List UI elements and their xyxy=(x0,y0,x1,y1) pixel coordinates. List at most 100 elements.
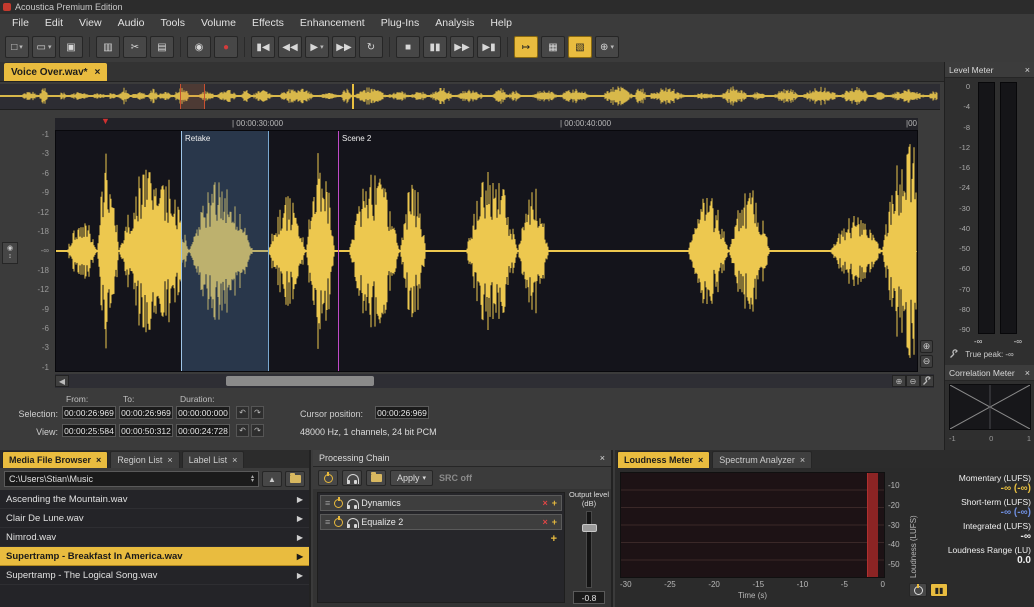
chain-power-button[interactable] xyxy=(318,470,338,486)
loop-button[interactable]: ↻ xyxy=(359,36,383,58)
headphones-icon[interactable] xyxy=(347,518,357,527)
zoom-settings-button[interactable] xyxy=(920,375,934,387)
loudness-reset-button[interactable] xyxy=(909,583,927,597)
meter-settings-button[interactable] xyxy=(949,349,959,362)
close-icon[interactable]: × xyxy=(698,455,703,465)
chain-item[interactable]: ≡ Equalize 2 × + xyxy=(320,514,562,530)
zoom-button[interactable]: ⊕▾ xyxy=(595,36,619,58)
power-icon[interactable] xyxy=(334,518,343,527)
view-duration-field[interactable]: 00:00:24:728 xyxy=(176,424,230,437)
play-button[interactable]: ▶▾ xyxy=(305,36,329,58)
zoom-out-vertical-button[interactable]: ⊖ xyxy=(920,355,933,368)
rewind-button[interactable]: ◀◀ xyxy=(278,36,302,58)
close-icon[interactable]: × xyxy=(1025,65,1030,75)
pause-button[interactable]: ▮▮ xyxy=(423,36,447,58)
output-level-slider[interactable] xyxy=(586,511,592,588)
new-file-button[interactable]: □▾ xyxy=(5,36,29,58)
stop-button[interactable]: ■ xyxy=(396,36,420,58)
chain-monitor-button[interactable] xyxy=(342,470,362,486)
parent-folder-button[interactable]: ▲ xyxy=(262,471,282,487)
browser-tab[interactable]: Region List × xyxy=(110,451,179,468)
go-to-start-button[interactable]: ▮◀ xyxy=(251,36,275,58)
selection-tool-button[interactable]: ▧ xyxy=(568,36,592,58)
menu-item[interactable]: Effects xyxy=(244,15,292,31)
scrollbar-track[interactable] xyxy=(69,375,892,387)
play-file-icon[interactable]: ▶ xyxy=(297,533,303,542)
drag-handle-icon[interactable]: ≡ xyxy=(325,517,330,527)
selection-duration-field[interactable]: 00:00:00:000 xyxy=(176,406,230,419)
close-icon[interactable]: × xyxy=(232,455,237,465)
open-file-button[interactable]: ▭▾ xyxy=(32,36,56,58)
apply-button[interactable]: Apply ▾ xyxy=(390,470,433,486)
view-from-field[interactable]: 00:00:25:584 xyxy=(62,424,116,437)
view-redo-button[interactable]: ↷ xyxy=(251,424,264,437)
overview-view-region[interactable] xyxy=(180,84,205,109)
time-ruler[interactable]: | 00:00:30:000 | 00:00:40:000 |00 xyxy=(55,118,918,130)
file-row[interactable]: Ascending the Mountain.wav ▶ xyxy=(0,490,309,509)
analysis-tab[interactable]: Loudness Meter × xyxy=(617,451,710,468)
menu-item[interactable]: Volume xyxy=(193,15,244,31)
play-file-icon[interactable]: ▶ xyxy=(297,571,303,580)
file-row[interactable]: Clair De Lune.wav ▶ xyxy=(0,509,309,528)
add-effect-icon[interactable]: + xyxy=(552,498,557,508)
zoom-out-button[interactable]: ⊖ xyxy=(906,375,920,387)
channel-select-widget[interactable]: ◉ ↕ xyxy=(2,242,18,264)
output-level-value[interactable]: -0.8 xyxy=(573,591,605,604)
selection-undo-button[interactable]: ↶ xyxy=(236,406,249,419)
cut-button[interactable]: ✂ xyxy=(123,36,147,58)
remove-effect-icon[interactable]: × xyxy=(542,498,547,508)
remove-effect-icon[interactable]: × xyxy=(542,517,547,527)
play-file-icon[interactable]: ▶ xyxy=(297,552,303,561)
menu-item[interactable]: File xyxy=(4,15,37,31)
play-file-icon[interactable]: ▶ xyxy=(297,495,303,504)
add-effect-button[interactable]: + xyxy=(317,533,565,545)
menu-item[interactable]: Plug-Ins xyxy=(373,15,428,31)
record-button[interactable]: ● xyxy=(214,36,238,58)
close-icon[interactable]: × xyxy=(800,455,805,465)
file-row[interactable]: Supertramp - The Logical Song.wav ▶ xyxy=(0,566,309,585)
keyboard-button[interactable]: ▦ xyxy=(541,36,565,58)
file-row[interactable]: Nimrod.wav ▶ xyxy=(0,528,309,547)
headphones-icon[interactable] xyxy=(347,499,357,508)
browser-tab[interactable]: Label List × xyxy=(182,451,245,468)
scrollbar-thumb[interactable] xyxy=(226,376,374,386)
menu-item[interactable]: Tools xyxy=(152,15,193,31)
loudness-pause-button[interactable]: ▮▮ xyxy=(930,583,948,597)
play-file-icon[interactable]: ▶ xyxy=(297,514,303,523)
menu-item[interactable]: Help xyxy=(482,15,520,31)
close-icon[interactable]: × xyxy=(167,455,172,465)
add-effect-icon[interactable]: + xyxy=(552,517,557,527)
view-undo-button[interactable]: ↶ xyxy=(236,424,249,437)
close-icon[interactable]: × xyxy=(1025,368,1030,378)
selection-region[interactable] xyxy=(181,131,269,371)
browse-folder-button[interactable] xyxy=(285,471,305,487)
waveform-canvas[interactable]: Retake Scene 2 xyxy=(55,130,918,372)
tab-voice-over[interactable]: Voice Over.wav* × xyxy=(4,63,107,81)
save-button[interactable]: ▣ xyxy=(59,36,83,58)
file-row[interactable]: Supertramp - Breakfast In America.wav ▶ xyxy=(0,547,309,566)
menu-item[interactable]: Edit xyxy=(37,15,71,31)
paste-button[interactable]: ▤ xyxy=(150,36,174,58)
slider-thumb[interactable] xyxy=(582,524,597,532)
play-selection-button[interactable]: ▶▶ xyxy=(450,36,474,58)
browser-tab[interactable]: Media File Browser × xyxy=(2,451,108,468)
close-icon[interactable]: × xyxy=(96,455,101,465)
menu-item[interactable]: Analysis xyxy=(427,15,482,31)
menu-item[interactable]: View xyxy=(71,15,110,31)
chain-item[interactable]: ≡ Dynamics × + xyxy=(320,495,562,511)
cursor-position-field[interactable]: 00:00:26:969 xyxy=(375,406,429,419)
cursor-marker-icon[interactable]: ▼ xyxy=(101,116,110,126)
close-icon[interactable]: × xyxy=(95,67,101,78)
chain-load-button[interactable] xyxy=(366,470,386,486)
go-to-end-button[interactable]: ▶▮ xyxy=(477,36,501,58)
drag-handle-icon[interactable]: ≡ xyxy=(325,498,330,508)
spinner-icon[interactable]: ▴ ▾ xyxy=(251,475,254,483)
selection-from-field[interactable]: 00:00:26:969 xyxy=(62,406,116,419)
zoom-in-button[interactable]: ⊕ xyxy=(892,375,906,387)
zoom-in-vertical-button[interactable]: ⊕ xyxy=(920,340,933,353)
path-combobox[interactable]: C:\Users\Stian\Music ▴ ▾ xyxy=(4,471,259,487)
selection-redo-button[interactable]: ↷ xyxy=(251,406,264,419)
menu-item[interactable]: Enhancement xyxy=(292,15,373,31)
autoscroll-button[interactable]: ↦ xyxy=(514,36,538,58)
scroll-left-button[interactable]: ◀ xyxy=(55,375,69,387)
